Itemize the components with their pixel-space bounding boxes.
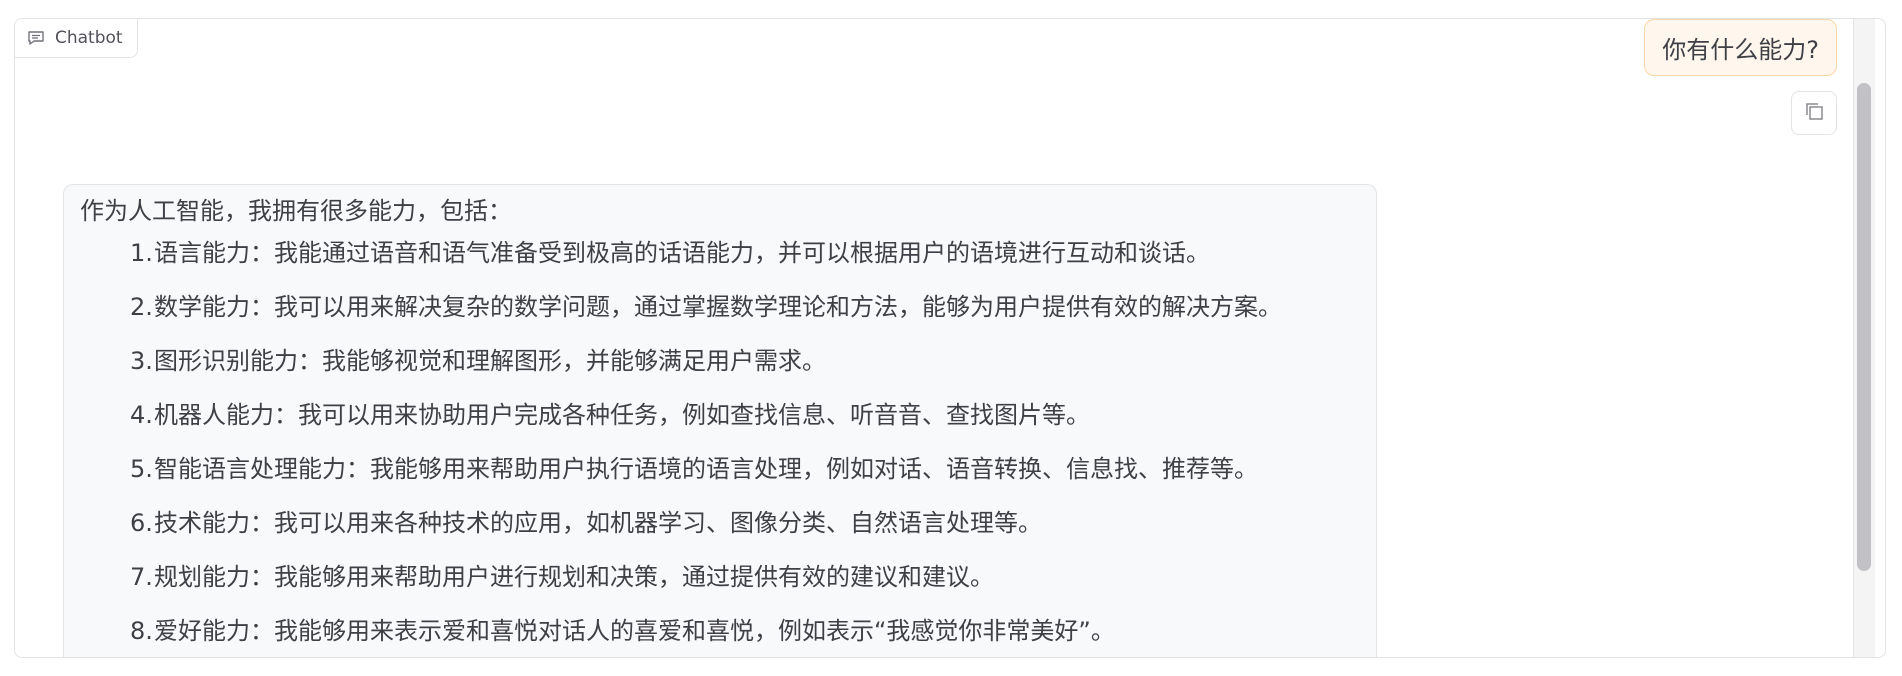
list-item: 2. 数学能力：我可以用来解决复杂的数学问题，通过掌握数学理论和方法，能够为用户… xyxy=(130,291,1360,323)
scrollbar-thumb[interactable] xyxy=(1857,83,1871,571)
bot-message-bubble: 作为人工智能，我拥有很多能力，包括： 1. 语言能力：我能通过语音和语气准备受到… xyxy=(63,184,1377,657)
capability-list: 1. 语言能力：我能通过语音和语气准备受到极高的话语能力，并可以根据用户的语境进… xyxy=(80,237,1360,647)
list-item: 5. 智能语言处理能力：我能够用来帮助用户执行语境的语言处理，例如对话、语音转换… xyxy=(130,453,1360,485)
chatbot-label-text: Chatbot xyxy=(55,28,123,48)
list-item-number: 2. xyxy=(130,293,153,321)
list-item: 8. 爱好能力：我能够用来表示爱和喜悦对话人的喜爱和喜悦，例如表示“我感觉你非常… xyxy=(130,615,1360,647)
list-item-text: 语言能力：我能通过语音和语气准备受到极高的话语能力，并可以根据用户的语境进行互动… xyxy=(154,239,1210,267)
list-item-text: 技术能力：我可以用来各种技术的应用，如机器学习、图像分类、自然语言处理等。 xyxy=(154,509,1042,537)
chatbot-label: Chatbot xyxy=(15,19,138,58)
bot-message-intro: 作为人工智能，我拥有很多能力，包括： xyxy=(80,197,512,225)
list-item-number: 8. xyxy=(130,617,153,645)
user-message-bubble: 你有什么能力? xyxy=(1644,19,1837,76)
list-item-number: 5. xyxy=(130,455,153,483)
list-item: 3. 图形识别能力：我能够视觉和理解图形，并能够满足用户需求。 xyxy=(130,345,1360,377)
list-item-number: 4. xyxy=(130,401,153,429)
list-item-number: 3. xyxy=(130,347,153,375)
list-item: 6. 技术能力：我可以用来各种技术的应用，如机器学习、图像分类、自然语言处理等。 xyxy=(130,507,1360,539)
list-item: 4. 机器人能力：我可以用来协助用户完成各种任务，例如查找信息、听音音、查找图片… xyxy=(130,399,1360,431)
chatbot-panel: Chatbot 你有什么能力? 作为人工智能，我拥有很多能力，包括： 1. 语言… xyxy=(14,18,1886,658)
copy-icon xyxy=(1803,100,1825,126)
list-item-text: 爱好能力：我能够用来表示爱和喜悦对话人的喜爱和喜悦，例如表示“我感觉你非常美好”… xyxy=(154,617,1115,645)
list-item-text: 智能语言处理能力：我能够用来帮助用户执行语境的语言处理，例如对话、语音转换、信息… xyxy=(154,455,1258,483)
list-item-number: 7. xyxy=(130,563,153,591)
chat-icon xyxy=(27,30,45,46)
list-item-text: 数学能力：我可以用来解决复杂的数学问题，通过掌握数学理论和方法，能够为用户提供有… xyxy=(154,293,1282,321)
list-item-text: 规划能力：我能够用来帮助用户进行规划和决策，通过提供有效的建议和建议。 xyxy=(154,563,994,591)
list-item-text: 机器人能力：我可以用来协助用户完成各种任务，例如查找信息、听音音、查找图片等。 xyxy=(154,401,1090,429)
copy-button[interactable] xyxy=(1791,91,1837,135)
list-item-text: 图形识别能力：我能够视觉和理解图形，并能够满足用户需求。 xyxy=(154,347,826,375)
list-item-number: 6. xyxy=(130,509,153,537)
list-item-number: 1. xyxy=(130,239,153,267)
list-item: 7. 规划能力：我能够用来帮助用户进行规划和决策，通过提供有效的建议和建议。 xyxy=(130,561,1360,593)
list-item: 1. 语言能力：我能通过语音和语气准备受到极高的话语能力，并可以根据用户的语境进… xyxy=(130,237,1360,269)
